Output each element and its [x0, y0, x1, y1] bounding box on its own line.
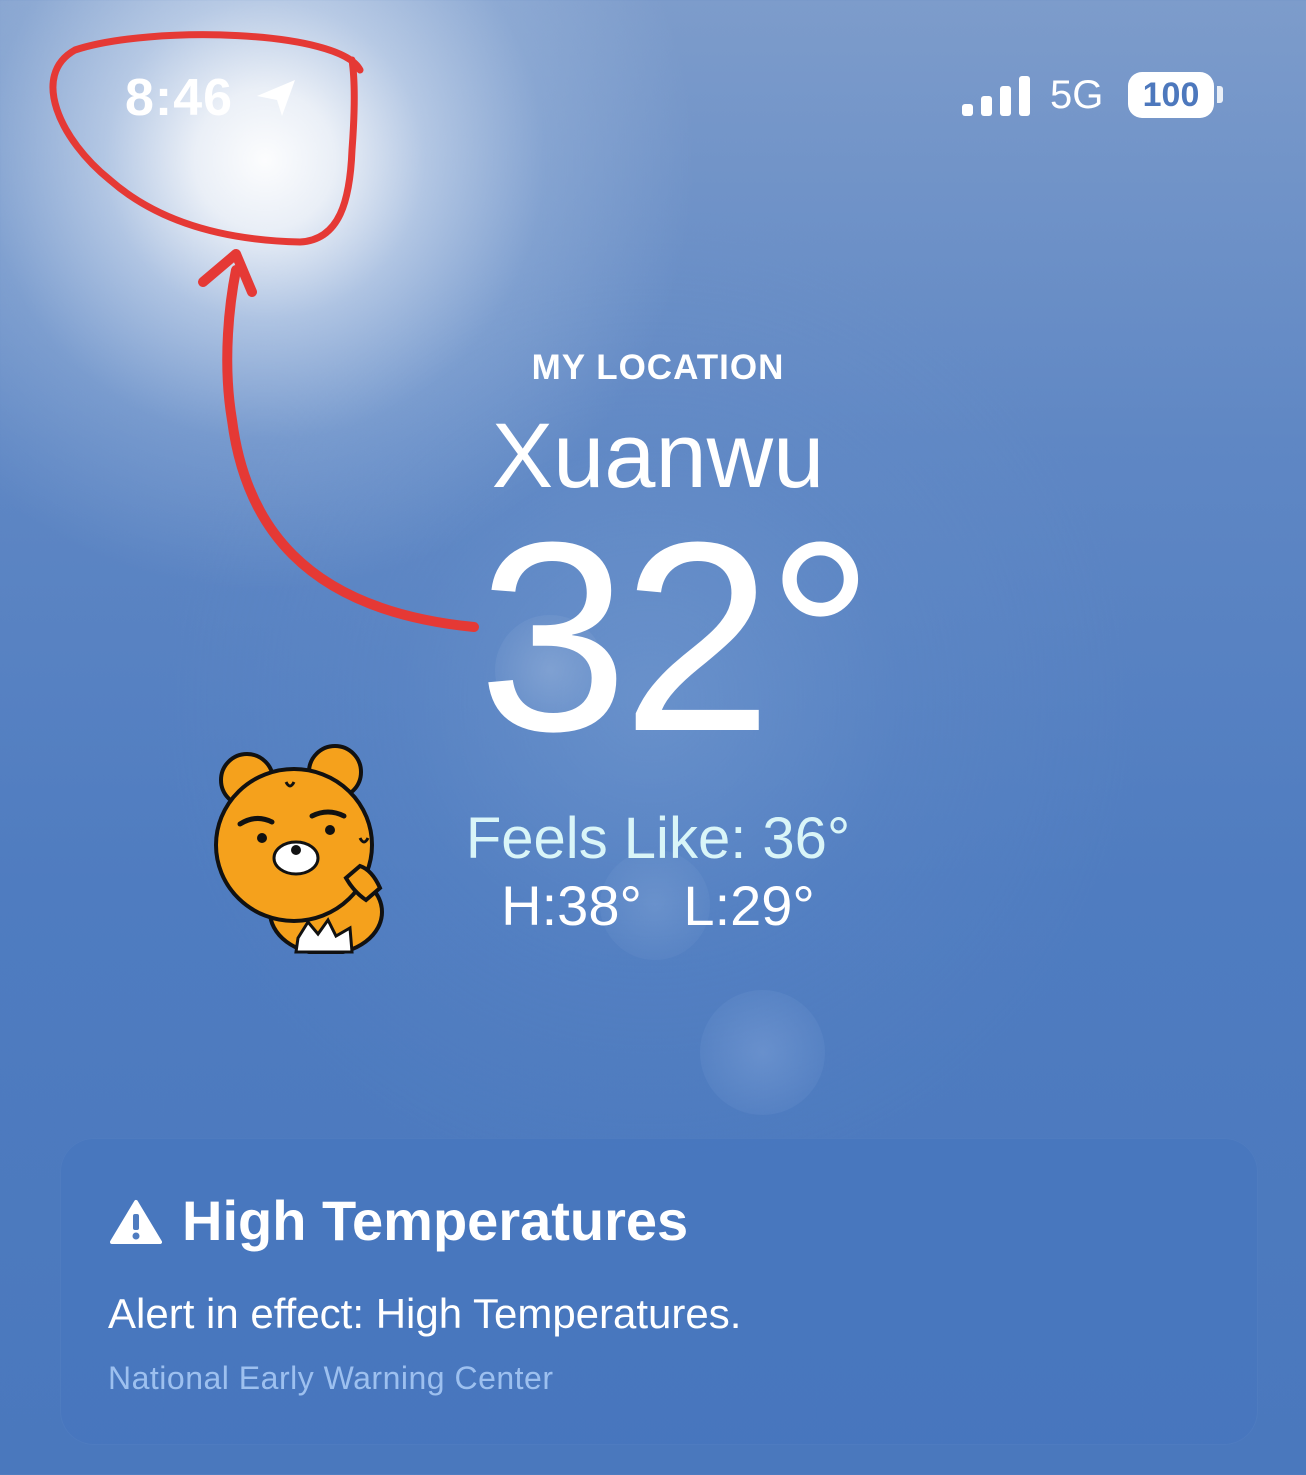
network-type: 5G: [1050, 73, 1104, 117]
location-caption: MY LOCATION: [531, 348, 785, 387]
battery-nub: [1217, 86, 1223, 103]
alert-title: High Temperatures: [182, 1189, 689, 1252]
location-arrow-icon: [257, 80, 295, 116]
ryan-bear-sticker: [214, 744, 384, 954]
alert-body: Alert in effect: High Temperatures.: [108, 1290, 742, 1337]
feels-like-temperature: Feels Like: 36°: [465, 806, 851, 871]
battery-indicator: 100: [1128, 72, 1214, 118]
low-temperature: L:29°: [683, 874, 815, 937]
alert-source: National Early Warning Center: [108, 1360, 554, 1396]
high-temperature: H:38°: [501, 874, 642, 937]
weather-alert-card[interactable]: High Temperatures Alert in effect: High …: [60, 1138, 1258, 1445]
cellular-signal-icon: [962, 76, 1030, 116]
status-time: 8:46: [125, 69, 234, 127]
high-low-temperatures: H:38° L:29°: [0, 873, 1306, 938]
current-temperature: 32°: [478, 487, 874, 788]
red-arrowhead: [198, 249, 257, 297]
red-circle-annotation: [49, 31, 364, 246]
lens-flare: [700, 990, 825, 1115]
warning-triangle-icon: [110, 1200, 162, 1244]
